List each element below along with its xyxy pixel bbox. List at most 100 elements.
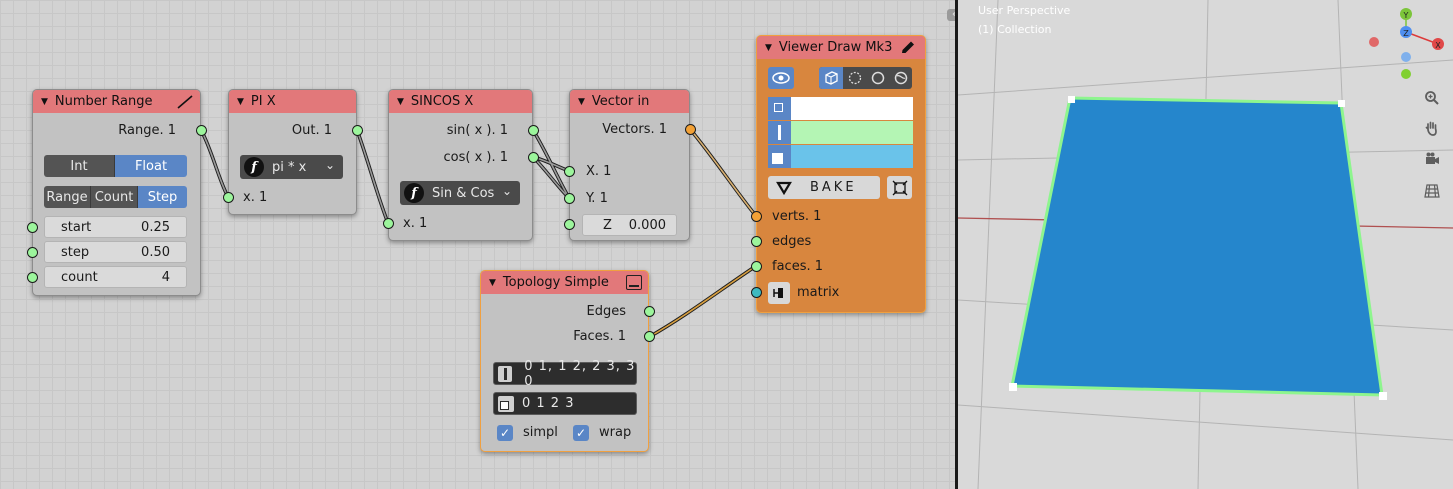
int-option[interactable]: Int (44, 155, 115, 177)
face-icon (768, 145, 791, 168)
wire-sphere-icon (848, 71, 861, 85)
node-vector-in[interactable]: ▼ Vector in Vectors. 1 X. 1 Y. 1 Z 0.000 (569, 89, 690, 241)
socket-vectors-output[interactable] (685, 124, 696, 135)
output-label-sin: sin( x ). 1 (446, 123, 508, 138)
display-mode-shaded[interactable] (866, 67, 889, 89)
display-mode-solid[interactable] (819, 67, 843, 89)
input-label-y: Y. 1 (586, 191, 608, 206)
range-option[interactable]: Range (44, 186, 91, 208)
grid-icon[interactable] (1421, 180, 1443, 202)
socket-z-input[interactable] (564, 219, 575, 230)
socket-y-input[interactable] (564, 193, 575, 204)
socket-sincos-input[interactable] (383, 218, 394, 229)
collapse-arrow-icon[interactable]: ▼ (397, 97, 404, 107)
gizmo-x-label: X (1435, 41, 1441, 50)
output-label: Vectors. 1 (602, 122, 667, 137)
collapse-arrow-icon[interactable]: ▼ (237, 97, 244, 107)
range-mode-toggle[interactable]: Range Count Step (44, 186, 187, 208)
socket-edges-input[interactable] (751, 236, 762, 247)
edge-color-row[interactable] (768, 121, 913, 144)
face-color-row[interactable] (768, 145, 913, 168)
collapse-arrow-icon[interactable]: ▼ (578, 97, 585, 107)
socket-cos-output[interactable] (528, 152, 539, 163)
vertex-color-swatch[interactable] (791, 97, 913, 120)
vertex-color-row[interactable] (768, 97, 913, 120)
node-vector-in-header[interactable]: ▼ Vector in (570, 90, 689, 113)
input-label: x. 1 (243, 190, 268, 205)
collapse-arrow-icon[interactable]: ▼ (41, 97, 48, 107)
eye-toggle[interactable] (768, 67, 794, 89)
node-topology-header[interactable]: ▼ Topology Simple (481, 271, 648, 294)
field-label: Z (603, 217, 612, 233)
node-viewer-draw-header[interactable]: ▼ Viewer Draw Mk3 (757, 36, 925, 59)
face-color-swatch[interactable] (791, 145, 913, 168)
view-name: User Perspective (978, 4, 1071, 17)
pencil-icon[interactable] (899, 39, 917, 56)
simpl-checkbox[interactable]: ✓ (497, 425, 513, 441)
camera-icon[interactable] (1421, 148, 1443, 170)
collapse-arrow-icon[interactable]: ▼ (765, 43, 772, 53)
socket-step-input[interactable] (27, 247, 38, 258)
socket-sin-output[interactable] (528, 125, 539, 136)
hand-pan-icon[interactable] (1421, 117, 1443, 139)
bake-options-button[interactable] (887, 176, 912, 199)
3d-viewport[interactable]: Y Z X User Perspective (1) Collection (958, 0, 1453, 489)
color-rows[interactable] (768, 97, 913, 168)
slope-line-icon[interactable] (176, 93, 194, 110)
node-title: PI X (250, 94, 276, 109)
socket-x-input[interactable] (564, 166, 575, 177)
bake-button[interactable]: BAKE (768, 176, 880, 199)
count-field[interactable]: count 4 (44, 266, 187, 288)
region-toggle-icon[interactable]: ⇔ (947, 9, 955, 21)
edge-icon (768, 121, 791, 144)
node-pi-x[interactable]: ▼ PI X Out. 1 f pi * x ⌄ x. 1 (228, 89, 357, 215)
gizmo-neg-y (1401, 69, 1411, 79)
node-topology-simple[interactable]: ▼ Topology Simple Edges Faces. 1 0 1, 1 … (480, 270, 649, 452)
socket-pix-output[interactable] (352, 125, 363, 136)
node-sincos-header[interactable]: ▼ SINCOS X (389, 90, 532, 113)
edge-color-swatch[interactable] (791, 121, 913, 144)
node-number-range[interactable]: ▼ Number Range Range. 1 Int Float Range … (32, 89, 201, 296)
socket-range-output[interactable] (196, 125, 207, 136)
node-viewer-draw[interactable]: ▼ Viewer Draw Mk3 BAKE verts. 1 edges fa… (756, 35, 926, 313)
socket-matrix-input[interactable] (751, 287, 762, 298)
faces-text-field[interactable]: 0 1 2 3 (493, 392, 637, 415)
field-label: step (61, 244, 90, 260)
count-option[interactable]: Count (91, 186, 138, 208)
number-type-toggle[interactable]: Int Float (44, 155, 187, 177)
node-number-range-header[interactable]: ▼ Number Range (33, 90, 200, 113)
crosshair-icon (892, 180, 907, 195)
socket-verts-input[interactable] (751, 211, 762, 222)
node-sincos-x[interactable]: ▼ SINCOS X sin( x ). 1 cos( x ). 1 f Sin… (388, 89, 533, 241)
collapse-arrow-icon[interactable]: ▼ (489, 278, 496, 288)
start-field[interactable]: start 0.25 (44, 216, 187, 238)
node-title: Number Range (54, 94, 153, 109)
edges-text-field[interactable]: 0 1, 1 2, 2 3, 3 0 (493, 359, 637, 389)
step-field[interactable]: step 0.50 (44, 241, 187, 263)
function-dropdown[interactable]: f pi * x ⌄ (240, 155, 343, 179)
zoom-icon[interactable] (1421, 87, 1443, 109)
socket-count-input[interactable] (27, 272, 38, 283)
step-option[interactable]: Step (138, 186, 187, 208)
function-dropdown[interactable]: f Sin & Cos ⌄ (400, 181, 520, 205)
socket-start-input[interactable] (27, 222, 38, 233)
output-label: Range. 1 (118, 123, 176, 138)
function-icon: f (244, 157, 264, 177)
sphere-icon (871, 71, 884, 85)
function-icon: f (404, 183, 424, 203)
node-title: SINCOS X (410, 94, 474, 109)
display-mode-material[interactable] (889, 67, 912, 89)
node-editor[interactable]: ▼ Number Range Range. 1 Int Float Range … (0, 0, 955, 489)
z-field[interactable]: Z 0.000 (582, 214, 677, 236)
socket-faces-input[interactable] (751, 261, 762, 272)
socket-pix-input[interactable] (223, 192, 234, 203)
socket-edges-output[interactable] (644, 306, 655, 317)
float-option[interactable]: Float (115, 155, 187, 177)
frame-toggle-icon[interactable] (626, 275, 642, 290)
node-pi-x-header[interactable]: ▼ PI X (229, 90, 356, 113)
display-mode-group[interactable] (819, 67, 912, 89)
wrap-checkbox[interactable]: ✓ (573, 425, 589, 441)
node-title: Viewer Draw Mk3 (778, 40, 893, 55)
socket-faces-output[interactable] (644, 331, 655, 342)
display-mode-wire[interactable] (843, 67, 866, 89)
